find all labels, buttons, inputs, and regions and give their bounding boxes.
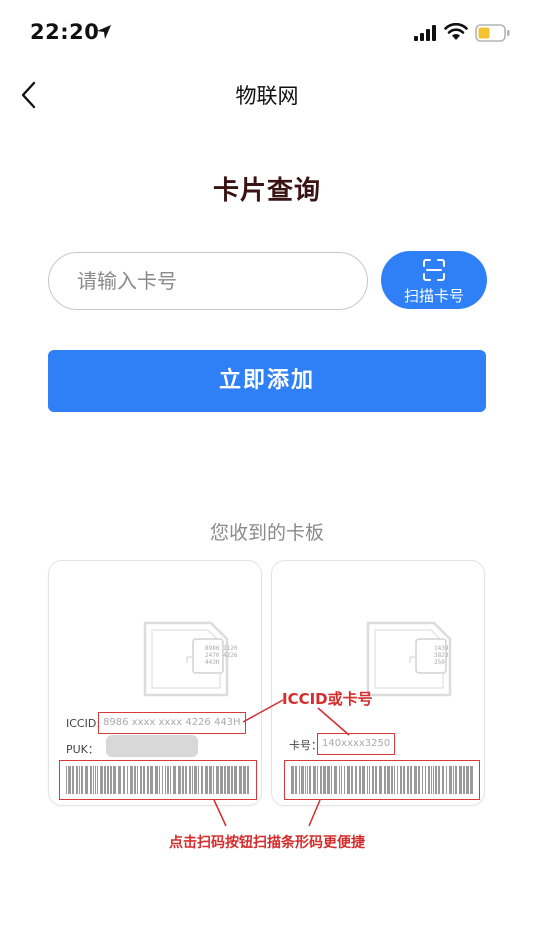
battery-icon [475, 24, 510, 42]
card-number-input[interactable] [48, 252, 368, 310]
iccid-value: 8986 xxxx xxxx 4226 443H [98, 712, 246, 734]
annotation-scan-hint: 点击扫码按钮扫描条形码更便捷 [169, 835, 365, 851]
card-number-value: 140xxxx3250 [317, 733, 396, 755]
nav-title: 物联网 [235, 84, 299, 108]
barcode-icon [66, 766, 249, 794]
page-heading: 卡片查询 [212, 176, 321, 206]
location-arrow-icon [97, 25, 111, 39]
iccid-label: ICCID: [66, 717, 101, 730]
chip-text-line: 443H [205, 659, 220, 666]
puk-redacted [106, 735, 198, 757]
chip-text-line: 2470 4226 [205, 652, 238, 659]
add-now-button[interactable]: 立即添加 [48, 350, 486, 412]
chip-text-line: 3823 [434, 652, 449, 659]
sim-card-example-iccid: 8986 1120 2470 4226 443H ICCID: 8986 xxx… [48, 560, 262, 806]
wifi-icon [444, 23, 468, 40]
scan-icon [423, 259, 445, 281]
sim-card-example-number: 1439 3823 250 卡号： 140xxxx3250 [271, 560, 485, 806]
cellular-signal-icon [414, 25, 436, 41]
status-bar: 22:20 [0, 0, 534, 62]
barcode-highlight [59, 760, 257, 800]
section-label: 您收到的卡板 [209, 522, 324, 544]
scan-button-label: 扫描卡号 [403, 287, 464, 305]
puk-label: PUK： [66, 743, 99, 756]
annotation-lines [213, 699, 350, 827]
status-time: 22:20 [30, 20, 100, 44]
chip-text-line: 1439 [434, 645, 449, 652]
annotation-iccid-or-number: ICCID或卡号 [282, 690, 373, 708]
chip-text-line: 250 [434, 659, 445, 666]
barcode-highlight [284, 760, 480, 800]
scan-card-button[interactable]: 扫描卡号 [381, 251, 487, 309]
barcode-icon [291, 766, 473, 794]
chip-text-line: 8986 1120 [205, 645, 238, 652]
